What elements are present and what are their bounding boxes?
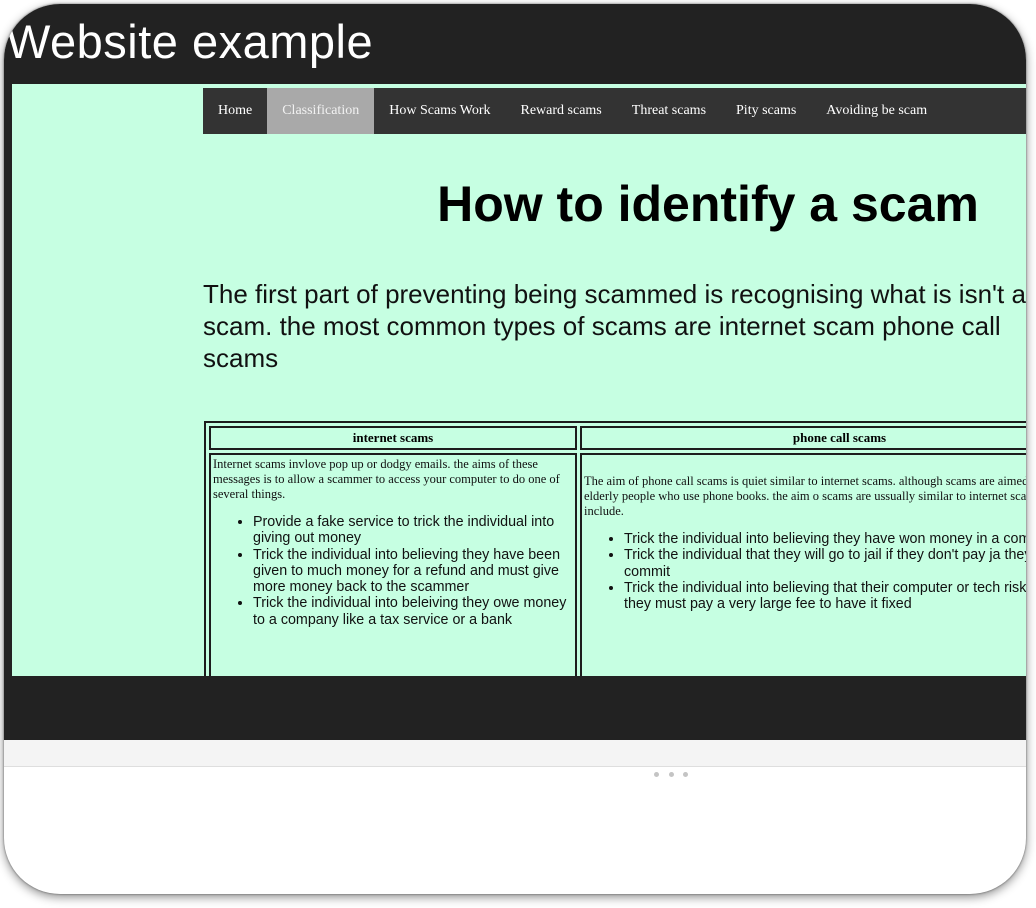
table-row: Internet scams invlove pop up or dodgy e… bbox=[209, 453, 1026, 676]
intro-paragraph: The first part of preventing being scamm… bbox=[203, 279, 1026, 373]
resize-handle-icon[interactable] bbox=[654, 770, 688, 778]
slide-title: Website example bbox=[6, 15, 374, 68]
slide: Website example Home Classification How … bbox=[4, 4, 1026, 740]
phone-scams-description: The aim of phone call scams is quiet sim… bbox=[584, 474, 1026, 518]
list-item: Provide a fake service to trick the indi… bbox=[253, 514, 573, 547]
nav-item-avoiding-scams[interactable]: Avoiding be scam bbox=[811, 88, 942, 134]
list-item: Trick the individual into believing that… bbox=[624, 580, 1026, 613]
list-item: Trick the individual into believing they… bbox=[253, 547, 573, 596]
list-item: Trick the individual that they will go t… bbox=[624, 547, 1026, 580]
slide-card: Website example Home Classification How … bbox=[4, 4, 1026, 894]
list-item: Trick the individual into beleiving they… bbox=[253, 595, 573, 628]
nav-item-home[interactable]: Home bbox=[203, 88, 267, 134]
website-screenshot: Home Classification How Scams Work Rewar… bbox=[12, 84, 1026, 676]
top-nav: Home Classification How Scams Work Rewar… bbox=[203, 88, 1026, 134]
nav-item-classification[interactable]: Classification bbox=[267, 88, 375, 134]
nav-item-reward-scams[interactable]: Reward scams bbox=[506, 88, 617, 134]
header-internet-scams: internet scams bbox=[209, 426, 577, 450]
list-item: Trick the individual into believing they… bbox=[624, 531, 1026, 547]
phone-call-scams-cell: The aim of phone call scams is quiet sim… bbox=[580, 453, 1026, 676]
internet-scams-list: Provide a fake service to trick the indi… bbox=[213, 514, 573, 628]
table-header-row: internet scams phone call scams bbox=[209, 426, 1026, 450]
nav-item-pity-scams[interactable]: Pity scams bbox=[721, 88, 811, 134]
nav-item-threat-scams[interactable]: Threat scams bbox=[617, 88, 721, 134]
notes-divider-bar bbox=[4, 740, 1026, 767]
nav-item-how-scams-work[interactable]: How Scams Work bbox=[374, 88, 505, 134]
internet-scams-description: Internet scams invlove pop up or dodgy e… bbox=[213, 457, 560, 501]
internet-scams-cell: Internet scams invlove pop up or dodgy e… bbox=[209, 453, 577, 676]
scam-types-table: internet scams phone call scams Internet… bbox=[204, 421, 1026, 676]
header-phone-call-scams: phone call scams bbox=[580, 426, 1026, 450]
phone-scams-list: Trick the individual into believing they… bbox=[584, 531, 1026, 612]
page-heading: How to identify a scam bbox=[437, 176, 979, 232]
